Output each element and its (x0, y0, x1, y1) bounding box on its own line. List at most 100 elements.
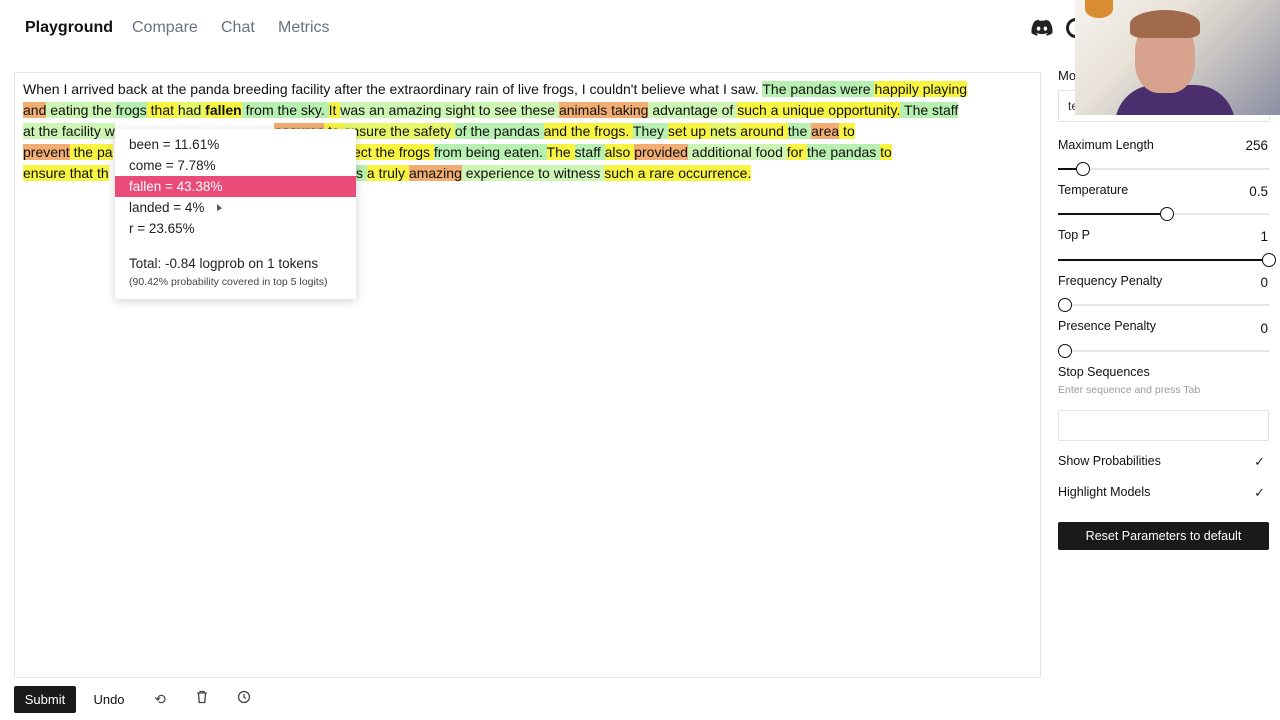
token-span[interactable]: the pandas (807, 144, 881, 160)
tab-compare[interactable]: Compare (132, 19, 198, 37)
token-span[interactable]: for (786, 144, 807, 160)
token-span[interactable]: It (328, 102, 341, 118)
token-span[interactable]: The staff (900, 102, 959, 118)
token-span[interactable]: set up (667, 123, 710, 139)
model-label: Mo (1058, 68, 1077, 83)
token-span[interactable]: additional food (687, 144, 787, 160)
trash-icon[interactable] (192, 690, 212, 708)
token-span[interactable]: from being eaten. (433, 144, 547, 160)
token-option[interactable]: come = 7.78% (115, 155, 356, 176)
presence-penalty-value[interactable]: 0 (1260, 321, 1268, 336)
stop-sequences-input[interactable] (1058, 410, 1269, 441)
slider-thumb[interactable] (1076, 162, 1091, 176)
slider-thumb[interactable] (1058, 344, 1072, 358)
text-line: and eating the frogs that had fallen fro… (23, 100, 1035, 121)
token-span[interactable]: The pandas were (762, 81, 875, 97)
token-span: When I arrived back at the panda breedin… (23, 81, 763, 97)
reset-parameters-button[interactable]: Reset Parameters to default (1058, 522, 1269, 550)
token-span[interactable]: was an amazing sight to see these (340, 102, 559, 118)
token-span[interactable]: a truly (366, 165, 409, 181)
token-span[interactable]: and (23, 102, 47, 118)
token-span[interactable]: amazing (408, 165, 462, 181)
token-span[interactable]: such a unique opportunity. (737, 102, 901, 118)
max-length-slider[interactable] (1058, 162, 1269, 176)
token-option[interactable]: r = 23.65% (115, 218, 356, 239)
token-span[interactable]: ensure the safety (343, 123, 455, 139)
logprob-total: Total: -0.84 logprob on 1 tokens (129, 256, 319, 271)
token-span[interactable]: and the frogs. (543, 123, 633, 139)
max-length-value[interactable]: 256 (1245, 138, 1268, 153)
token-span[interactable]: also (604, 144, 635, 160)
token-span[interactable]: such a rare occurrence. (604, 165, 752, 181)
token-span[interactable]: to (839, 123, 855, 139)
parameters-panel: Mo te Maximum Length 256 Temperature 0.5… (1058, 60, 1280, 620)
slider-thumb[interactable] (1262, 253, 1276, 267)
top-p-slider[interactable] (1058, 253, 1276, 267)
token-span[interactable]: around (740, 123, 788, 139)
frequency-penalty-slider[interactable] (1058, 298, 1269, 312)
token-span[interactable]: w (104, 123, 115, 139)
temperature-label: Temperature (1058, 183, 1129, 197)
token-span[interactable]: area (811, 123, 840, 139)
token-probability-popup: been = 11.61% come = 7.78% fallen = 43.3… (115, 129, 356, 299)
undo-button[interactable]: Undo (86, 686, 132, 713)
top-p-label: Top P (1058, 228, 1090, 242)
token-span[interactable]: animals taking (558, 102, 649, 118)
max-length-label: Maximum Length (1058, 138, 1154, 152)
highlight-models-row[interactable]: Highlight Models ✓ (1058, 485, 1269, 501)
token-option[interactable]: been = 11.61% (115, 134, 356, 155)
token-span[interactable]: eating the (46, 102, 116, 118)
temperature-value[interactable]: 0.5 (1249, 184, 1268, 199)
show-probabilities-label: Show Probabilities (1058, 454, 1161, 468)
slider-fill (1058, 259, 1269, 261)
token-span[interactable]: staff (574, 144, 605, 160)
token-span[interactable]: the (787, 123, 812, 139)
history-icon[interactable] (234, 690, 254, 708)
token-span[interactable]: provided (634, 144, 688, 160)
token-span[interactable]: prevent (23, 144, 70, 160)
slider-thumb[interactable] (1058, 298, 1072, 312)
token-span[interactable]: at the facility (23, 123, 105, 139)
tab-metrics[interactable]: Metrics (278, 19, 330, 37)
presence-penalty-slider[interactable] (1058, 344, 1269, 358)
tab-chat[interactable]: Chat (221, 19, 255, 37)
token-span[interactable]: The (546, 144, 575, 160)
tab-playground[interactable]: Playground (25, 19, 113, 37)
token-span[interactable]: experience to witness (461, 165, 605, 181)
frequency-penalty-value[interactable]: 0 (1260, 275, 1268, 290)
token-span[interactable]: from the sky. (241, 102, 329, 118)
submit-button[interactable]: Submit (14, 686, 76, 713)
token-span[interactable]: happily playing (874, 81, 968, 97)
token-option-selected[interactable]: fallen = 43.38% (115, 176, 356, 197)
highlight-models-label: Highlight Models (1058, 485, 1151, 499)
probability-coverage: (90.42% probability covered in top 5 log… (129, 276, 328, 288)
check-icon[interactable]: ✓ (1254, 454, 1265, 470)
lamp (1085, 0, 1113, 18)
stop-sequences-hint: Enter sequence and press Tab (1058, 384, 1201, 396)
token-span[interactable]: of the pandas (454, 123, 544, 139)
regenerate-icon[interactable]: ⟲ (150, 690, 170, 708)
text-line: When I arrived back at the panda breedin… (23, 79, 1035, 100)
discord-icon[interactable] (1031, 19, 1053, 37)
stop-sequences-label: Stop Sequences (1058, 365, 1150, 379)
token-span[interactable]: to (880, 144, 892, 160)
webcam-overlay (1075, 0, 1280, 115)
presence-penalty-label: Presence Penalty (1058, 319, 1156, 333)
token-option[interactable]: landed = 4% (115, 197, 356, 218)
check-icon[interactable]: ✓ (1254, 485, 1265, 501)
top-p-value[interactable]: 1 (1260, 229, 1268, 244)
token-span[interactable]: ensure that th (23, 165, 109, 181)
show-probabilities-row[interactable]: Show Probabilities ✓ (1058, 454, 1269, 470)
token-span[interactable]: had (177, 102, 206, 118)
token-span[interactable]: advantage of (648, 102, 738, 118)
slider-fill (1058, 213, 1167, 215)
slider-thumb[interactable] (1160, 207, 1174, 221)
token-span[interactable]: nets (709, 123, 741, 139)
token-span[interactable]: fallen (205, 102, 242, 118)
token-span[interactable]: frogs (115, 102, 147, 118)
hair (1130, 10, 1200, 38)
temperature-slider[interactable] (1058, 207, 1269, 221)
token-span[interactable]: the pa (69, 144, 113, 160)
token-span[interactable]: They (632, 123, 668, 139)
token-span[interactable]: that (146, 102, 178, 118)
